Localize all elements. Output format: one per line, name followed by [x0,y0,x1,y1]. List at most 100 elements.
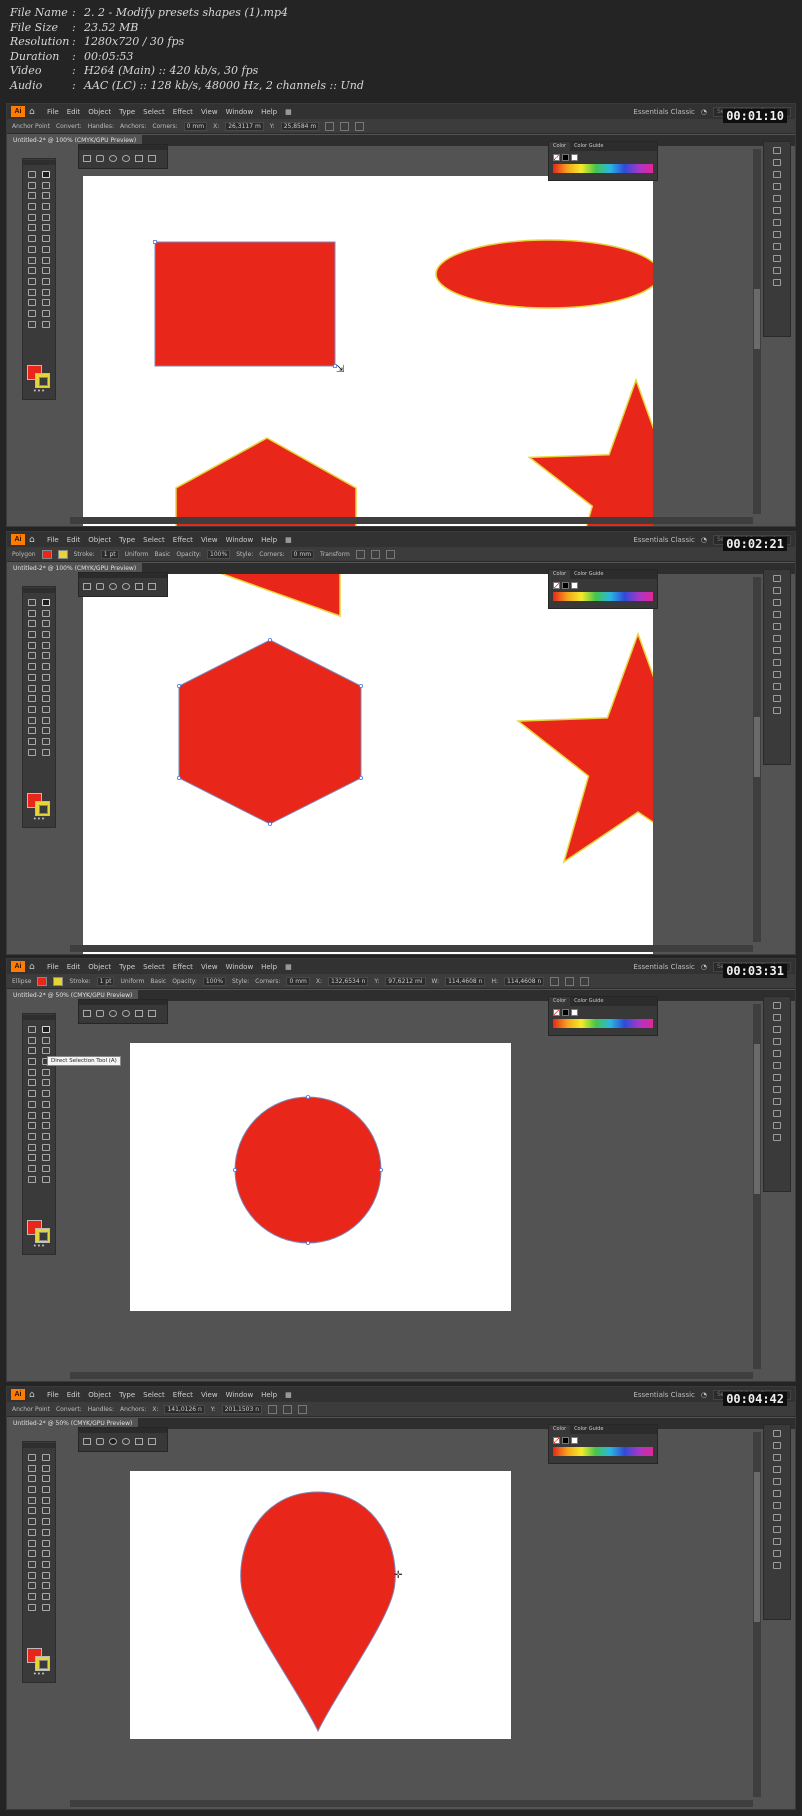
layers-icon[interactable] [773,683,781,690]
links-icon[interactable] [773,1562,781,1569]
shape-builder-tool-icon[interactable] [28,267,36,275]
none-color-chip[interactable] [553,154,560,161]
ellipse-tool-icon[interactable] [109,583,117,590]
vertical-scrollbar[interactable] [753,1004,761,1369]
color-icon[interactable] [773,575,781,582]
rectangle-tool-icon[interactable] [28,1496,36,1504]
scissors-tool-icon[interactable] [42,663,50,671]
brushes-icon[interactable] [773,1454,781,1461]
anchor-point[interactable] [358,683,363,688]
hexagon-shape[interactable] [178,639,362,825]
hand-tool-icon[interactable] [28,1603,36,1611]
rectangle-tool-icon[interactable] [28,213,36,221]
line-tool-icon[interactable] [42,1486,50,1494]
mesh-tool-icon[interactable] [28,1560,36,1568]
mesh-tool-icon[interactable] [28,277,36,285]
brushes-icon[interactable] [773,171,781,178]
flare-tool-icon[interactable] [148,1438,156,1445]
artboards-icon[interactable] [773,1550,781,1557]
rounded-rect-tool-icon[interactable] [96,583,104,590]
stroke-icon[interactable] [773,1062,781,1069]
shaper-tool-icon[interactable] [28,1079,36,1087]
appearance-icon[interactable] [773,671,781,678]
swatches-icon[interactable] [773,1442,781,1449]
swatches-icon[interactable] [773,159,781,166]
black-color-chip[interactable] [562,582,569,589]
selection-tool-icon[interactable] [28,1026,36,1033]
horizontal-scrollbar[interactable] [70,945,753,952]
graphic-styles-icon[interactable] [773,195,781,202]
pen-tool-icon[interactable] [28,620,36,628]
shape-presets-panel[interactable] [78,999,168,1024]
polygon-tool-icon[interactable] [122,1010,130,1017]
gradient-icon[interactable] [773,647,781,654]
magic-wand-tool-icon[interactable] [28,181,36,189]
line-tool-icon[interactable] [42,631,50,639]
scrollbar-thumb[interactable] [754,717,760,777]
perspective-tool-icon[interactable] [42,695,50,703]
transparency-icon[interactable] [773,1086,781,1093]
tab-color-guide[interactable]: Color Guide [570,142,607,151]
color-spectrum-bar[interactable] [553,592,653,601]
rectangle-tool-icon[interactable] [28,641,36,649]
free-transform-tool-icon[interactable] [42,256,50,264]
slice-tool-icon[interactable] [42,1164,50,1172]
artboard-tool-icon[interactable] [28,309,36,317]
width-tool-icon[interactable] [28,1539,36,1547]
mesh-tool-icon[interactable] [28,705,36,713]
magic-wand-tool-icon[interactable] [28,1036,36,1044]
direct-selection-tool-icon[interactable] [42,1026,50,1033]
eraser-tool-icon[interactable] [28,1518,36,1526]
symbols-icon[interactable] [773,1466,781,1473]
column-graph-tool-icon[interactable] [42,727,50,735]
column-graph-tool-icon[interactable] [42,1582,50,1590]
width-tool-icon[interactable] [28,1111,36,1119]
hand-tool-icon[interactable] [28,320,36,328]
pencil-tool-icon[interactable] [42,1079,50,1087]
zoom-tool-icon[interactable] [42,1175,50,1183]
color-icon[interactable] [773,1430,781,1437]
stroke-icon[interactable] [773,635,781,642]
stroke-color-swatch[interactable] [35,1656,50,1671]
anchor-point[interactable] [305,1240,310,1245]
tab-color-guide[interactable]: Color Guide [570,997,607,1006]
star-shape[interactable] [516,631,758,864]
hand-tool-icon[interactable] [28,748,36,756]
direct-selection-tool-icon[interactable] [42,1454,50,1461]
artboards-icon[interactable] [773,695,781,702]
polygon-tool-icon[interactable] [122,155,130,162]
black-color-chip[interactable] [562,1437,569,1444]
rectangle-tool-icon[interactable] [83,1010,91,1017]
type-tool-icon[interactable] [28,1486,36,1494]
graphic-styles-icon[interactable] [773,1050,781,1057]
column-graph-tool-icon[interactable] [42,299,50,307]
perspective-tool-icon[interactable] [42,267,50,275]
free-transform-tool-icon[interactable] [42,684,50,692]
anchor-point[interactable] [378,1167,383,1172]
color-spectrum-bar[interactable] [553,164,653,173]
tab-color[interactable]: Color [549,1425,571,1434]
gradient-tool-icon[interactable] [42,1560,50,1568]
stroke-icon[interactable] [773,207,781,214]
white-color-chip[interactable] [571,1437,578,1444]
blend-tool-icon[interactable] [42,1143,50,1151]
links-icon[interactable] [773,1134,781,1141]
vertical-scrollbar[interactable] [753,149,761,514]
rounded-rect-tool-icon[interactable] [96,1010,104,1017]
anchor-point[interactable] [153,240,157,244]
layers-icon[interactable] [773,1538,781,1545]
flare-tool-icon[interactable] [148,583,156,590]
anchor-point[interactable] [358,775,363,780]
color-icon[interactable] [773,1002,781,1009]
color-icon[interactable] [773,147,781,154]
eraser-tool-icon[interactable] [28,1090,36,1098]
artboard-tool-icon[interactable] [28,1164,36,1172]
curvature-tool-icon[interactable] [42,192,50,200]
vertical-scrollbar[interactable] [753,577,761,942]
selection-tool-icon[interactable] [28,171,36,178]
scissors-tool-icon[interactable] [42,1518,50,1526]
scissors-tool-icon[interactable] [42,235,50,243]
free-transform-tool-icon[interactable] [42,1539,50,1547]
scrollbar-thumb[interactable] [754,1044,760,1194]
curvature-tool-icon[interactable] [42,1047,50,1055]
